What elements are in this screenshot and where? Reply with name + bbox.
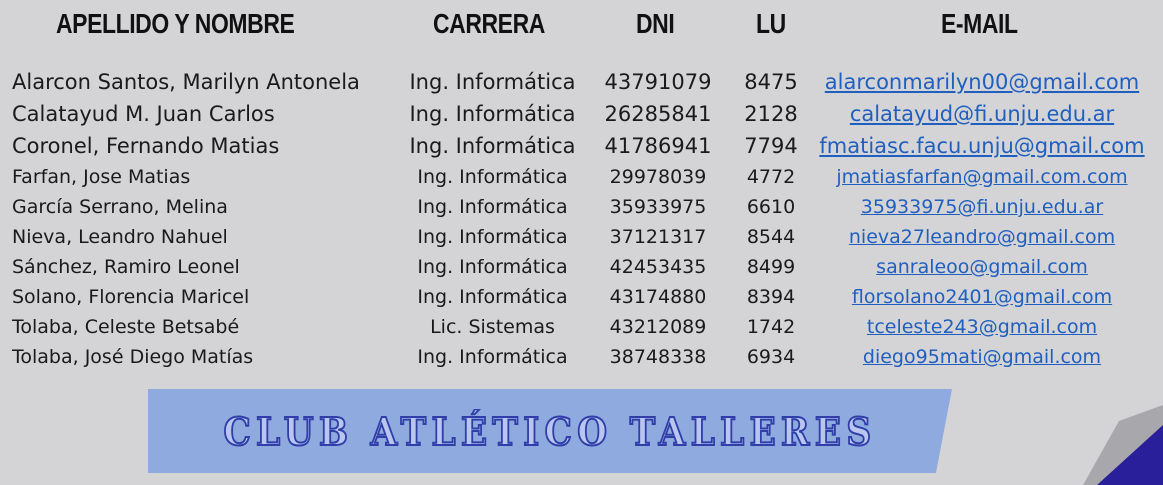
student-email-link[interactable]: diego95mati@gmail.com xyxy=(818,346,1146,368)
header-dni: DNI xyxy=(636,8,675,39)
student-lu: 7794 xyxy=(744,134,798,158)
header-career: CARRERA xyxy=(433,8,545,39)
header-lu: LU xyxy=(756,8,786,39)
student-dni: 43174880 xyxy=(609,286,707,308)
student-email-link[interactable]: tceleste243@gmail.com xyxy=(818,316,1146,338)
student-lu: 6610 xyxy=(746,196,796,218)
table-header: APELLIDO Y NOMBRE CARRERA DNI LU E-MAIL xyxy=(0,0,1163,50)
table-row: Tolaba, Celeste Betsabé Lic. Sistemas 43… xyxy=(0,314,1163,344)
student-name: Nieva, Leandro Nahuel xyxy=(12,226,228,248)
table-row: Coronel, Fernando Matias Ing. Informátic… xyxy=(0,132,1163,164)
student-lu: 2128 xyxy=(744,102,798,126)
student-name: Sánchez, Ramiro Leonel xyxy=(12,256,240,278)
student-career: Ing. Informática xyxy=(409,102,576,126)
student-career: Ing. Informática xyxy=(417,256,568,278)
student-lu: 1742 xyxy=(746,316,796,338)
student-career: Ing. Informática xyxy=(409,134,576,158)
student-career: Ing. Informática xyxy=(409,70,576,94)
student-career: Lic. Sistemas xyxy=(430,316,555,338)
student-dni: 42453435 xyxy=(609,256,707,278)
student-email-link[interactable]: calatayud@fi.unju.edu.ar xyxy=(818,102,1146,126)
student-dni: 35933975 xyxy=(609,196,707,218)
student-email-link[interactable]: 35933975@fi.unju.edu.ar xyxy=(818,196,1146,218)
student-career: Ing. Informática xyxy=(417,166,568,188)
student-name: Solano, Florencia Maricel xyxy=(12,286,250,308)
student-name: García Serrano, Melina xyxy=(12,196,228,218)
club-banner: CLUB ATLÉTICO TALLERES xyxy=(148,389,952,473)
student-dni: 41786941 xyxy=(604,134,712,158)
student-career: Ing. Informática xyxy=(417,346,568,368)
student-dni: 43791079 xyxy=(604,70,712,94)
table-row: Calatayud M. Juan Carlos Ing. Informátic… xyxy=(0,100,1163,132)
student-lu: 8394 xyxy=(746,286,796,308)
student-table: Alarcon Santos, Marilyn Antonela Ing. In… xyxy=(0,68,1163,374)
student-name: Tolaba, José Diego Matías xyxy=(12,346,254,368)
student-name: Coronel, Fernando Matias xyxy=(12,134,280,158)
student-career: Ing. Informática xyxy=(417,196,568,218)
table-row: Sánchez, Ramiro Leonel Ing. Informática … xyxy=(0,254,1163,284)
student-lu: 6934 xyxy=(746,346,796,368)
student-dni: 38748338 xyxy=(609,346,707,368)
student-email-link[interactable]: nieva27leandro@gmail.com xyxy=(818,226,1146,248)
student-lu: 8544 xyxy=(746,226,796,248)
student-email-link[interactable]: sanraleoo@gmail.com xyxy=(818,256,1146,278)
student-name: Tolaba, Celeste Betsabé xyxy=(12,316,240,338)
table-row: García Serrano, Melina Ing. Informática … xyxy=(0,194,1163,224)
table-row: Tolaba, José Diego Matías Ing. Informáti… xyxy=(0,344,1163,374)
student-dni: 29978039 xyxy=(609,166,707,188)
student-lu: 4772 xyxy=(746,166,796,188)
student-lu: 8475 xyxy=(744,70,798,94)
table-row: Farfan, Jose Matias Ing. Informática 299… xyxy=(0,164,1163,194)
banner-title: CLUB ATLÉTICO TALLERES xyxy=(223,408,877,455)
student-career: Ing. Informática xyxy=(417,226,568,248)
student-email-link[interactable]: florsolano2401@gmail.com xyxy=(818,286,1146,308)
student-dni: 43212089 xyxy=(609,316,707,338)
student-email-link[interactable]: jmatiasfarfan@gmail.com.com xyxy=(818,166,1146,188)
table-row: Solano, Florencia Maricel Ing. Informáti… xyxy=(0,284,1163,314)
student-name: Alarcon Santos, Marilyn Antonela xyxy=(12,70,360,94)
student-career: Ing. Informática xyxy=(417,286,568,308)
table-row: Alarcon Santos, Marilyn Antonela Ing. In… xyxy=(0,68,1163,100)
student-email-link[interactable]: alarconmarilyn00@gmail.com xyxy=(818,70,1146,94)
header-email: E-MAIL xyxy=(941,8,1018,39)
student-name: Calatayud M. Juan Carlos xyxy=(12,102,275,126)
header-name: APELLIDO Y NOMBRE xyxy=(56,8,295,39)
student-dni: 26285841 xyxy=(604,102,712,126)
student-email-link[interactable]: fmatiasc.facu.unju@gmail.com xyxy=(818,134,1146,158)
table-row: Nieva, Leandro Nahuel Ing. Informática 3… xyxy=(0,224,1163,254)
student-name: Farfan, Jose Matias xyxy=(12,166,191,188)
student-dni: 37121317 xyxy=(609,226,707,248)
student-lu: 8499 xyxy=(746,256,796,278)
